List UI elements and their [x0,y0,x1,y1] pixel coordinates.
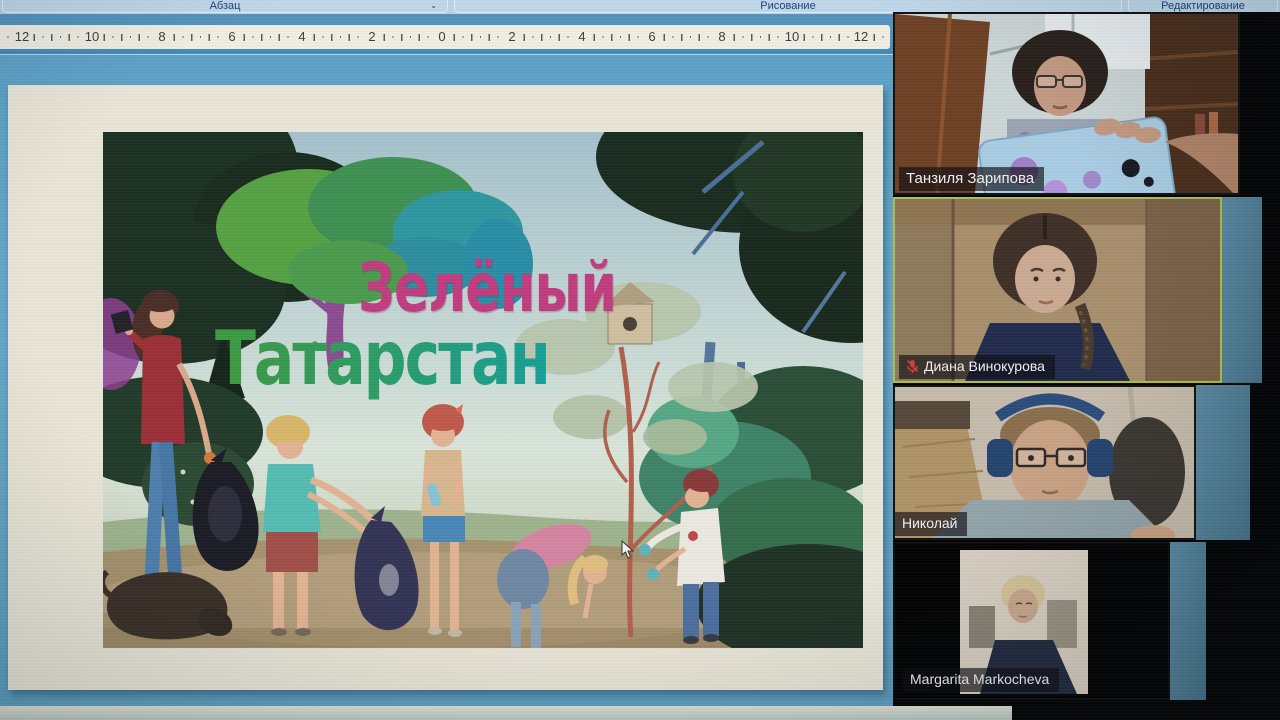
ribbon-group-paragraph-label: Абзац [3,0,447,12]
participant-name: Танзиля Зарипова [906,170,1034,187]
document-page[interactable]: Зелёный Татарстан [8,85,883,690]
webcam-video [895,199,1220,381]
ruler-number: 10 [782,25,802,49]
mic-off-icon [906,359,919,374]
ruler-number: 4 [575,25,588,49]
ruler-number: 12 [12,25,32,49]
screen-edge-wedge [1170,542,1206,700]
ruler-number: 2 [505,25,518,49]
horizontal-ruler[interactable]: 12 10 8 6 4 2 0 2 4 6 8 10 12 [0,25,890,49]
participant-name-tag: Николай [895,512,967,536]
participant-video-nikolay[interactable]: Николай [893,385,1196,540]
participant-name-tag: Margarita Markocheva [903,668,1059,692]
ruler-number: 8 [155,25,168,49]
ruler-number: 6 [225,25,238,49]
participant-video-tanzilya[interactable]: Танзиля Зарипова [893,12,1240,195]
participant-name: Margarita Markocheva [910,671,1049,688]
participant-video-diana[interactable]: Диана Винокурова [893,197,1222,383]
ruler-number: 0 [435,25,448,49]
participant-name-tag: Диана Винокурова [899,355,1055,379]
ruler-number: 2 [365,25,378,49]
ribbon-group-paragraph[interactable]: Абзац ⌄ [2,0,448,13]
screen-edge-wedge [1222,197,1262,383]
participant-video-margarita[interactable]: Margarita Markocheva [893,542,1170,700]
screen-edge-wedge [1196,385,1250,540]
ruler-number: 8 [715,25,728,49]
participant-name: Диана Винокурова [924,358,1045,375]
mouse-cursor [621,540,635,560]
ruler-number: 4 [295,25,308,49]
video-panel: Танзиля Зарипова [893,12,1280,720]
slide-illustration[interactable]: Зелёный Татарстан [103,132,863,648]
chevron-down-icon[interactable]: ⌄ [430,0,437,12]
ruler-number: 10 [82,25,102,49]
participant-name: Николай [902,515,957,532]
ribbon-group-drawing-label: Рисование [455,0,1121,12]
ruler-number: 6 [645,25,658,49]
participant-name-tag: Танзиля Зарипова [899,167,1044,191]
screen: Абзац ⌄ Рисование Редактирование 12 10 8… [0,0,1280,720]
ruler-number: 12 [851,25,871,49]
illustration-title-line2: Татарстан [215,315,549,403]
monitor-bezel [0,706,1012,720]
teal-glove [639,544,651,556]
ribbon-group-editing-label: Редактирование [1129,0,1277,12]
